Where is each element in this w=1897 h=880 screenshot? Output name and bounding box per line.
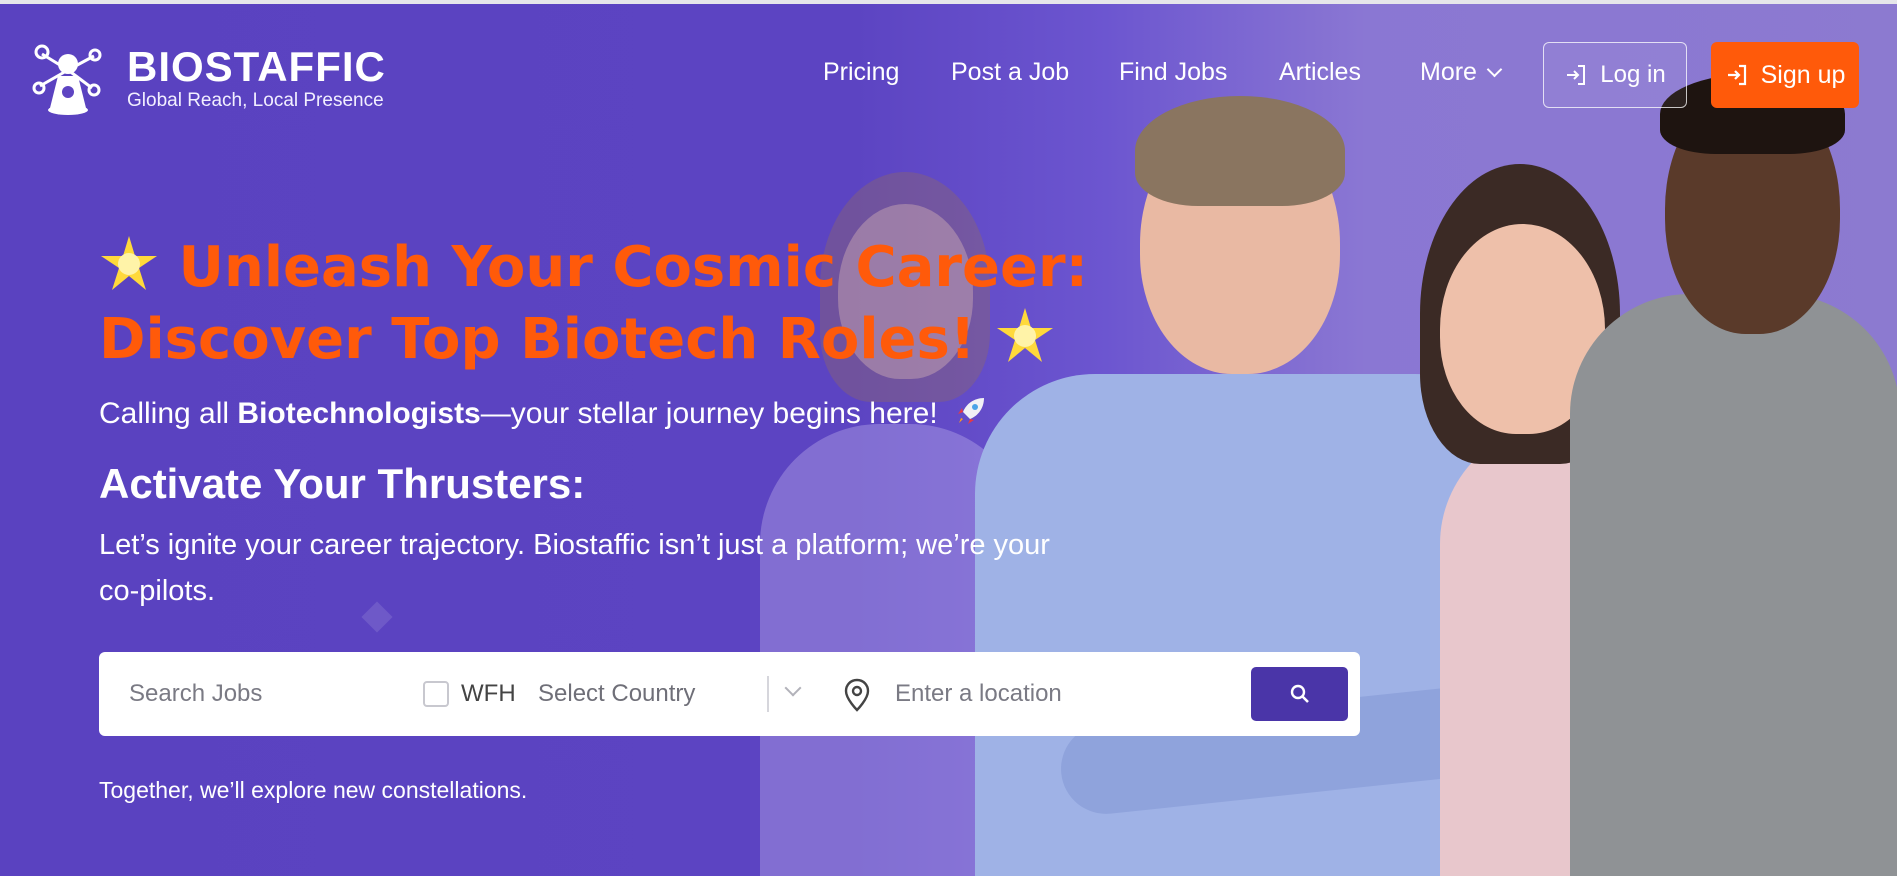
rocket-icon [958,398,984,424]
nav-find-jobs[interactable]: Find Jobs [1119,58,1227,87]
search-jobs-input[interactable] [129,674,389,714]
signup-icon [1727,64,1746,86]
subtitle-prefix: Calling all [99,397,238,430]
nav-post-a-job[interactable]: Post a Job [951,58,1069,87]
login-button[interactable]: Log in [1543,42,1687,108]
job-search-bar: WFH Select Country [99,652,1360,736]
search-button[interactable] [1251,667,1348,721]
map-pin-icon [844,678,870,712]
hero-title-line2: Discover Top Biotech Roles! [99,307,976,372]
login-label: Log in [1600,61,1666,88]
hero-paragraph: Let’s ignite your career trajectory. Bio… [99,529,1050,607]
star-icon [996,308,1053,362]
brand[interactable]: BIOSTAFFIC Global Reach, Local Presence [127,44,386,112]
hero-subtitle: Calling all Biotechnologists—your stella… [99,394,988,431]
chevron-down-icon[interactable] [784,679,802,697]
wfh-checkbox[interactable] [423,681,449,707]
wfh-label: WFH [461,680,516,707]
location-input[interactable] [895,674,1225,714]
signup-button[interactable]: Sign up [1711,42,1859,108]
hero-people-photo [0,4,1897,876]
nav-more-label: More [1420,58,1477,86]
subtitle-bold: Biotechnologists [237,397,481,430]
star-icon [101,236,157,290]
brand-tagline: Global Reach, Local Presence [127,90,384,111]
login-icon [1567,65,1586,85]
nav-articles[interactable]: Articles [1279,58,1361,87]
nav-more[interactable]: More [1420,58,1503,87]
hero-title-line1: Unleash Your Cosmic Career: [178,235,1088,300]
nav-pricing[interactable]: Pricing [823,58,899,87]
brand-name: BIOSTAFFIC [127,43,386,90]
chevron-down-icon [1486,61,1503,78]
search-icon [1290,684,1309,703]
country-select[interactable]: Select Country [538,680,695,708]
logo-icon[interactable] [30,40,106,116]
hero-section: BIOSTAFFIC Global Reach, Local Presence … [0,4,1897,876]
select-divider [767,676,769,712]
subtitle-suffix: —your stellar journey begins here! [480,397,938,430]
signup-label: Sign up [1760,60,1846,89]
hero-heading: Activate Your Thrusters: [99,460,586,507]
hero-tagline: Together, we’ll explore new constellatio… [99,777,528,803]
hero-title: Unleash Your Cosmic Career: Discover Top… [99,232,1099,376]
